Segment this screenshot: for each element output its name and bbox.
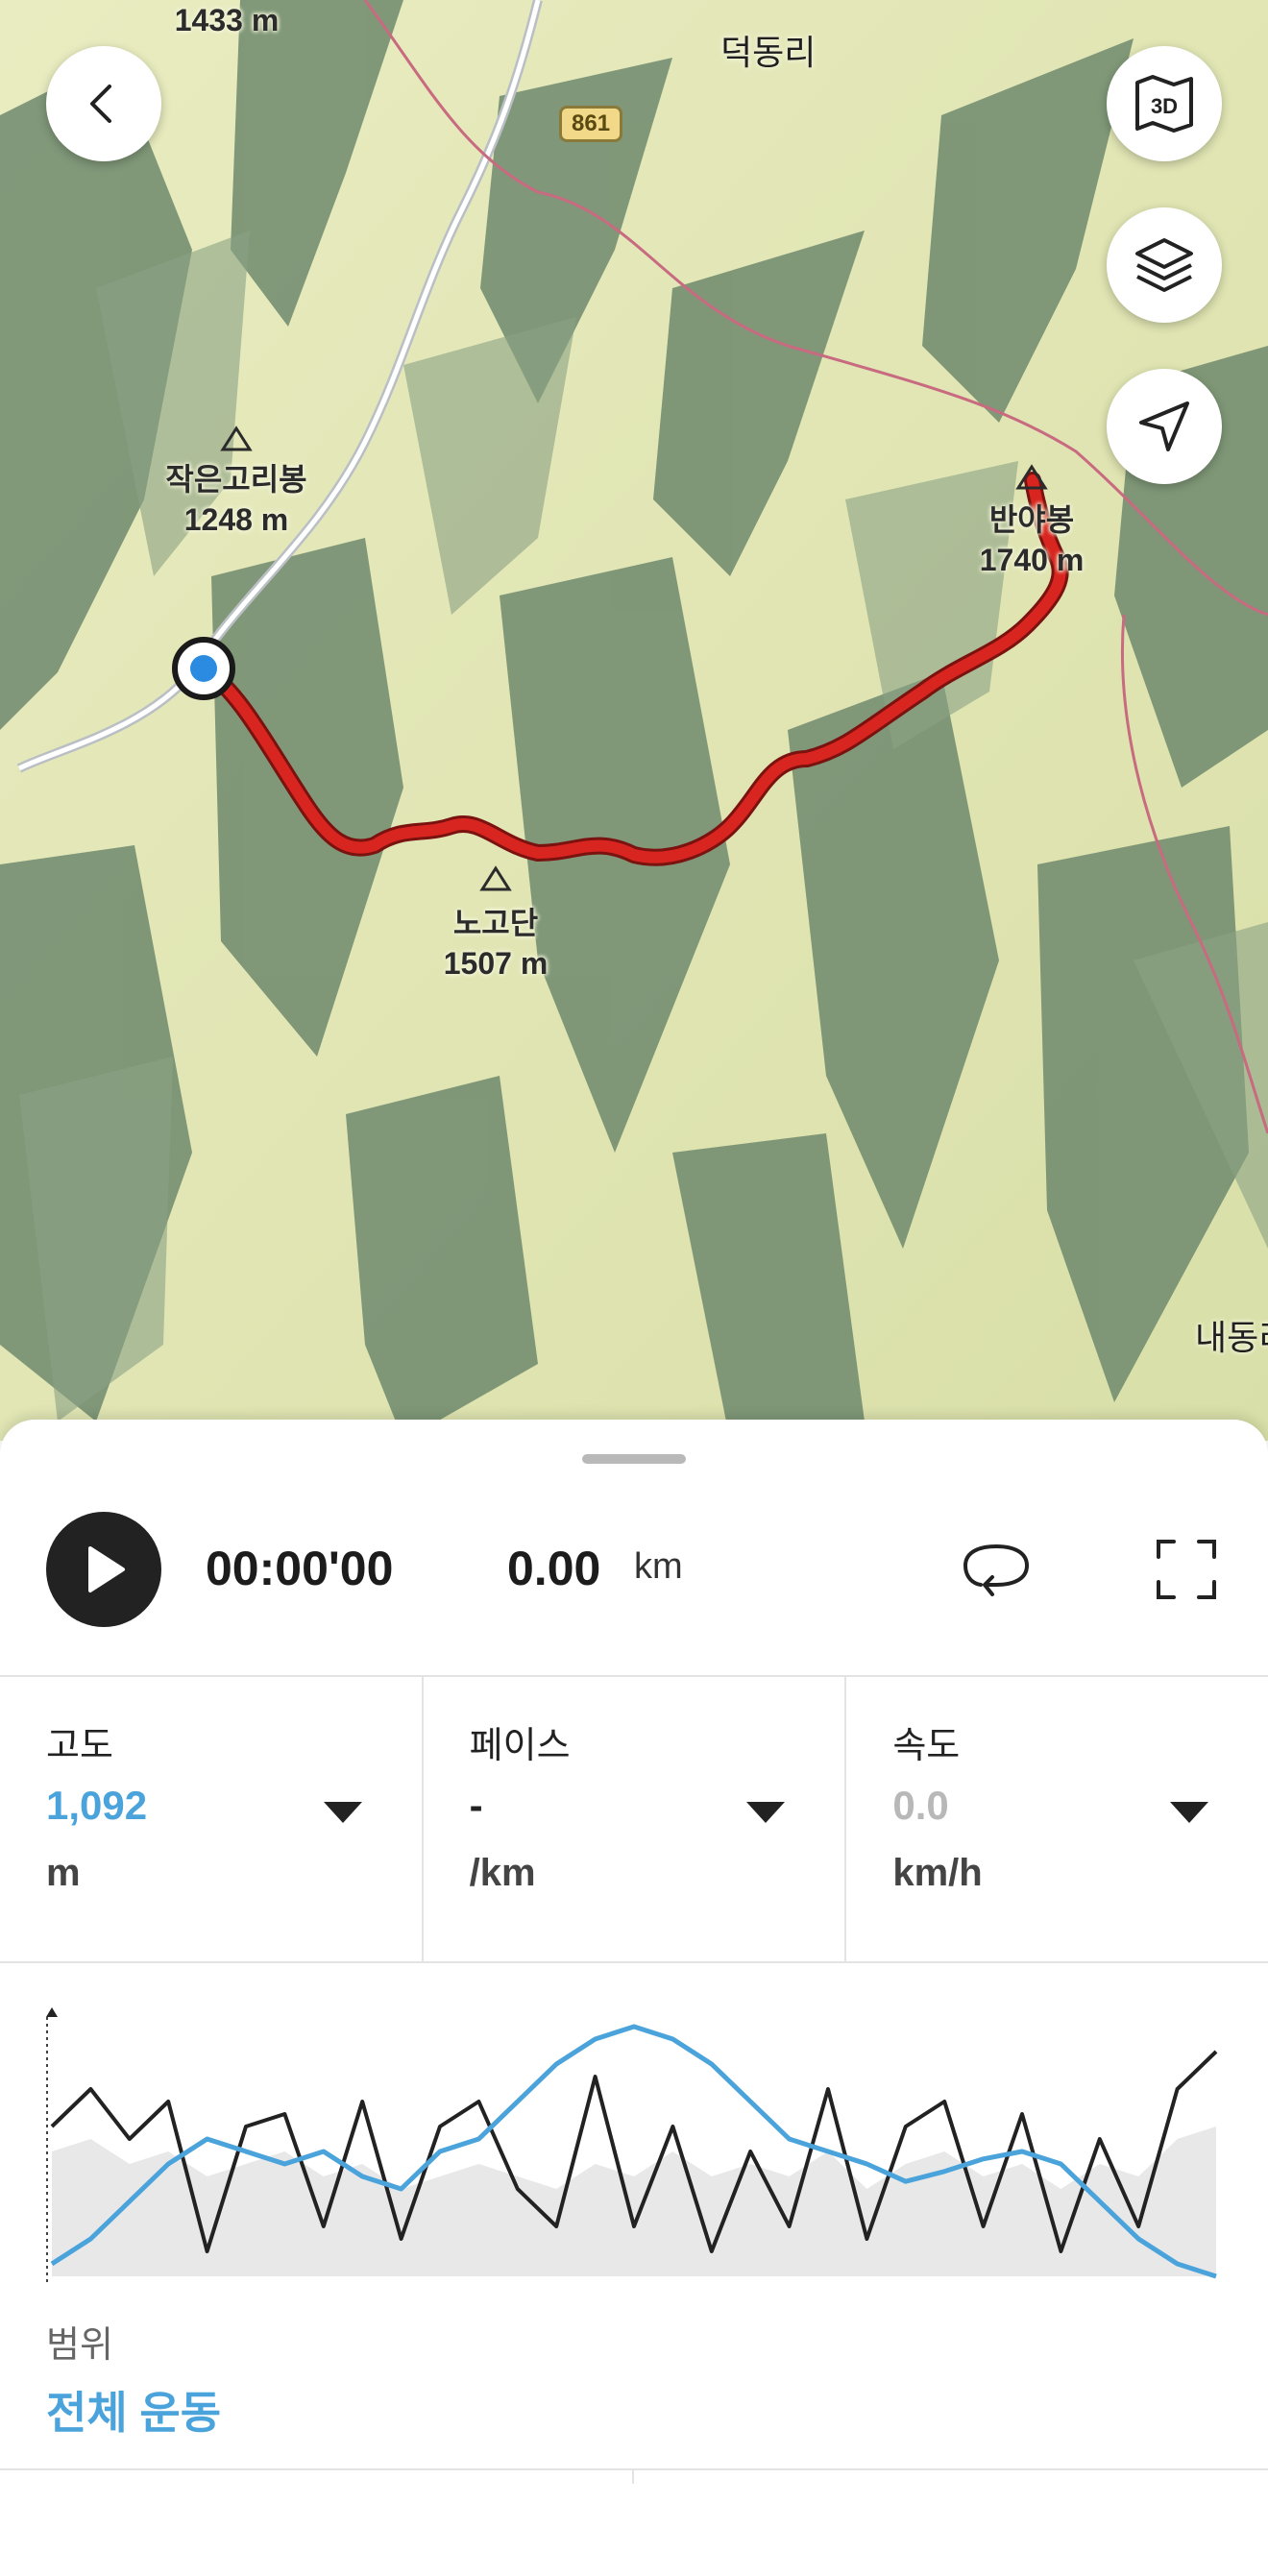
metric-altitude[interactable]: 고도 1,092 m xyxy=(0,1677,424,1961)
metric-unit: /km xyxy=(469,1852,536,1894)
range-label: 범위 xyxy=(46,2325,113,2366)
village-label-deokdongri: 덕동리 xyxy=(720,33,817,72)
chevron-down-icon[interactable] xyxy=(1170,1802,1209,1823)
peak-elevation: 1507 m xyxy=(443,946,549,981)
loop-button[interactable] xyxy=(953,1526,1039,1613)
peak-elevation: 1248 m xyxy=(183,502,289,537)
metric-pace[interactable]: 페이스 - /km xyxy=(424,1677,847,1961)
metric-unit: m xyxy=(46,1852,81,1894)
playback-time: 00:00'00 xyxy=(206,1542,394,1595)
terrain-map xyxy=(0,0,1268,1441)
back-button[interactable] xyxy=(46,46,161,161)
peak-label-nogodan: 노고단 1507 m xyxy=(444,903,549,984)
sheet-drag-handle[interactable] xyxy=(582,1454,686,1464)
metric-label: 고도 xyxy=(46,1726,113,1766)
series-area xyxy=(52,2126,1216,2276)
village-label-naedongri: 내동리 xyxy=(1195,1318,1268,1357)
fullscreen-icon xyxy=(1157,1540,1216,1599)
bottom-sheet: 00:00'00 0.00 km 고도 1,092 m 페이스 - /km 속도… xyxy=(0,1420,1268,2576)
chevron-down-icon[interactable] xyxy=(323,1802,362,1823)
metric-speed[interactable]: 속도 0.0 km/h xyxy=(846,1677,1268,1961)
navigation-arrow-icon xyxy=(1139,401,1189,451)
play-button[interactable] xyxy=(46,1512,161,1627)
peak-name: 반야봉 xyxy=(988,502,1075,537)
peak-elevation: 1740 m xyxy=(979,543,1085,577)
chevron-down-icon[interactable] xyxy=(746,1802,786,1823)
view-3d-button[interactable]: 3D xyxy=(1107,46,1222,161)
metric-value: 1,092 xyxy=(46,1783,148,1828)
metric-value: - xyxy=(469,1783,483,1828)
metric-label: 속도 xyxy=(892,1726,961,1766)
metric-label: 페이스 xyxy=(469,1726,571,1766)
peak-label-banyabong: 반야봉 1740 m xyxy=(980,499,1085,580)
peak-label-jageungoribong: 작은고리봉 1248 m xyxy=(165,459,306,540)
3d-map-icon: 3D xyxy=(1135,75,1193,133)
workout-chart[interactable] xyxy=(46,2007,1222,2286)
map-view[interactable]: 1433 m 작은고리봉 1248 m 반야봉 1740 m 노고단 1507 … xyxy=(0,0,1268,1441)
peak-name: 작은고리봉 xyxy=(165,462,307,497)
svg-text:3D: 3D xyxy=(1151,94,1178,118)
road-number-shield: 861 xyxy=(559,106,623,142)
metric-unit: km/h xyxy=(892,1852,983,1894)
peak-name: 노고단 xyxy=(452,906,539,940)
layers-icon xyxy=(1135,238,1193,292)
fullscreen-button[interactable] xyxy=(1143,1526,1230,1613)
loop-icon xyxy=(963,1543,1030,1596)
locate-button[interactable] xyxy=(1107,369,1222,484)
divider xyxy=(0,2468,1268,2470)
layers-button[interactable] xyxy=(1107,207,1222,323)
metric-value: 0.0 xyxy=(892,1783,949,1828)
chart-plot xyxy=(46,2007,1218,2286)
divider-tick xyxy=(632,2470,634,2484)
metrics-row: 고도 1,092 m 페이스 - /km 속도 0.0 km/h xyxy=(0,1675,1268,1963)
chart-cursor-marker xyxy=(46,2007,58,2017)
peak-elevation-1433: 1433 m xyxy=(174,3,280,37)
chevron-left-icon xyxy=(90,85,111,123)
playback-distance: 0.00 xyxy=(507,1542,601,1595)
distance-unit: km xyxy=(634,1546,683,1587)
range-value[interactable]: 전체 운동 xyxy=(46,2378,221,2442)
play-icon xyxy=(88,1546,125,1592)
